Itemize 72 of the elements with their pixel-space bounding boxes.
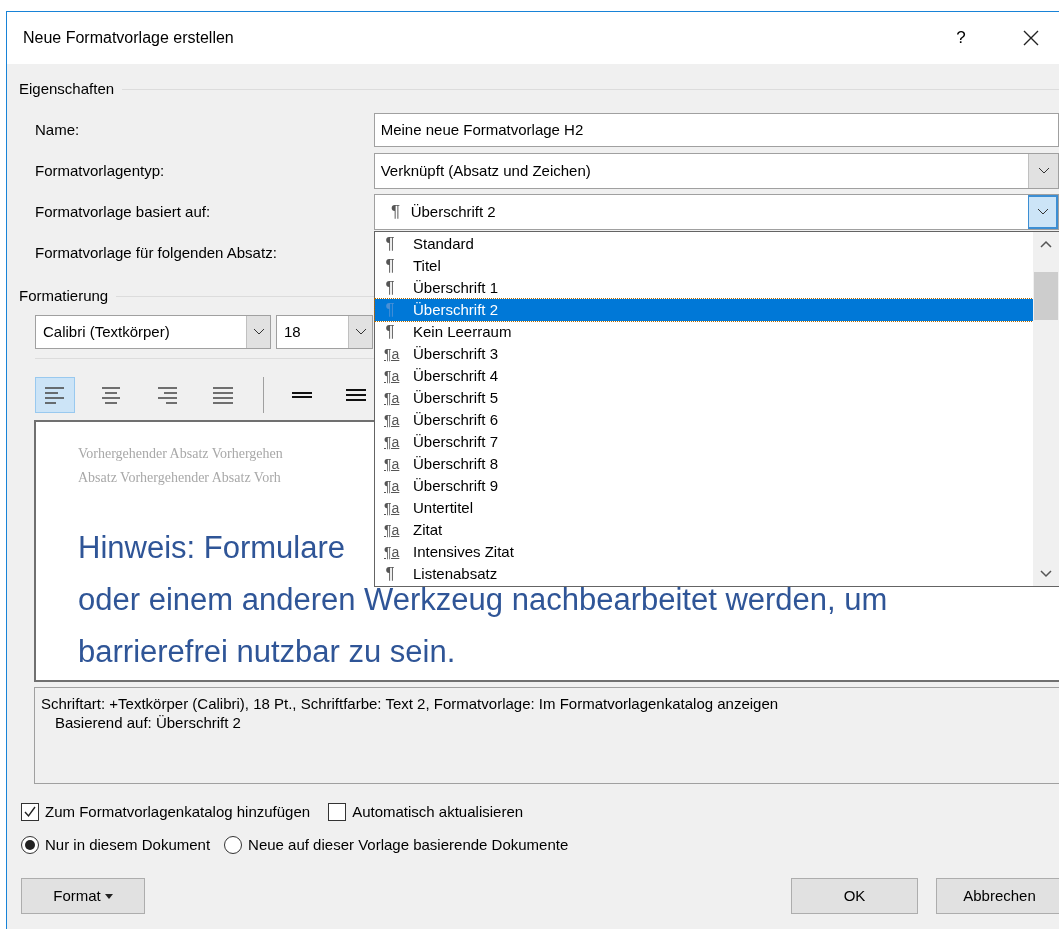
style-combo[interactable]: Verknüpft (Absatz und Zeichen) <box>373 153 1059 189</box>
linked-style-icon: ¶a <box>375 541 405 563</box>
linked-style-icon: ¶a <box>375 343 405 365</box>
linked-style-icon: ¶a <box>375 497 405 519</box>
chevron-down-icon <box>354 328 367 336</box>
scroll-up-icon[interactable] <box>1040 240 1052 248</box>
checkbox[interactable] <box>21 803 39 821</box>
radio-label: Nur in diesem Dokument <box>45 834 211 855</box>
preview-text: Vorhergehender Absatz Vorhergehen <box>78 445 283 463</box>
combo-value: Verknüpft (Absatz und Zeichen) <box>380 160 591 181</box>
chevron-down-icon <box>1036 208 1049 216</box>
chevron-down-icon <box>252 328 265 336</box>
window-title: Neue Formatvorlage erstellen <box>23 28 234 48</box>
description-text: Basierend auf: Überschrift 2 <box>54 713 242 732</box>
help-button[interactable]: ? <box>941 18 981 58</box>
dropdown-item[interactable]: ¶ Standard <box>375 233 1033 255</box>
dialog-button[interactable]: OK <box>791 878 918 914</box>
section-heading: Formatierung <box>19 285 109 306</box>
linked-style-icon: ¶a <box>375 453 405 475</box>
caret-icon <box>104 893 113 899</box>
linked-style-icon: ¶a <box>375 365 405 387</box>
linked-style-icon: ¶a <box>375 519 405 541</box>
dialog-button[interactable]: Abbrechen <box>936 878 1059 914</box>
linked-style-icon: ¶a <box>375 409 405 431</box>
scroll-thumb[interactable] <box>1034 272 1058 320</box>
checkbox[interactable] <box>328 803 347 821</box>
checkbox-label: Zum Formatvorlagenkatalog hinzufügen <box>45 801 311 822</box>
dropdown-item[interactable]: ¶ Titel <box>375 255 1033 277</box>
radio-button[interactable] <box>21 836 39 854</box>
dropdown-item[interactable]: ¶a Überschrift 3 <box>375 343 1033 365</box>
dropdown-button[interactable] <box>1028 195 1058 229</box>
linked-style-icon: ¶a <box>375 475 405 497</box>
description-text: Schriftart: +Textkörper (Calibri), 18 Pt., Schriftfarbe: Text 2, Formatvorlage: Im Formatvorlagenkatalog anzeigen <box>41 694 780 713</box>
dropdown-item[interactable]: ¶a Überschrift 5 <box>375 387 1033 409</box>
field-label: Formatvorlage basiert auf: <box>35 201 212 222</box>
dropdown-item[interactable]: ¶a Überschrift 8 <box>375 453 1033 475</box>
linked-style-icon: ¶a <box>375 387 405 409</box>
linked-style-icon: ¶a <box>375 431 405 453</box>
field-label: Formatvorlage für folgenden Absatz: <box>35 242 278 263</box>
field-label: Formatvorlagentyp: <box>35 160 166 181</box>
style-combo[interactable]: ¶ Überschrift 2 <box>373 194 1059 230</box>
close-icon <box>1023 30 1039 46</box>
name-field[interactable]: Meine neue Formatvorlage H2 <box>373 113 1059 147</box>
align-left-button[interactable] <box>35 377 75 413</box>
line-spacing-icon <box>346 389 366 401</box>
dropdown-item[interactable]: ¶a Zitat <box>375 519 1033 541</box>
paragraph-icon: ¶ <box>380 199 411 225</box>
combo-value: Überschrift 2 <box>410 201 496 222</box>
preview-text: Absatz Vorhergehender Absatz Vorh <box>78 469 281 487</box>
section-heading: Eigenschaften <box>19 78 115 99</box>
scrollbar[interactable] <box>1033 232 1059 586</box>
dropdown-item[interactable]: ¶a Überschrift 6 <box>375 409 1033 431</box>
dropdown-item[interactable]: ¶a Intensives Zitat <box>375 541 1033 563</box>
line-spacing-icon <box>292 392 312 398</box>
dropdown-item[interactable]: ¶a Überschrift 9 <box>375 475 1033 497</box>
dropdown-item[interactable]: ¶ Kein Leerraum <box>375 321 1033 343</box>
dropdown-item[interactable]: ¶a Überschrift 7 <box>375 431 1033 453</box>
dropdown-item[interactable]: ¶a Untertitel <box>375 497 1033 519</box>
radio-label: Neue auf dieser Vorlage basierende Dokumente <box>248 834 569 855</box>
field-label: Name: <box>35 119 81 140</box>
checkbox-label: Automatisch aktualisieren <box>352 801 524 822</box>
dropdown-item[interactable]: ¶ Überschrift 1 <box>375 277 1033 299</box>
scroll-down-icon[interactable] <box>1040 570 1052 578</box>
chevron-down-icon <box>1037 167 1050 175</box>
preview-heading-text: Hinweis: Formulare <box>78 529 345 567</box>
format-button[interactable]: Format <box>21 878 145 914</box>
preview-heading-text: barrierefrei nutzbar zu sein. <box>78 633 456 671</box>
dropdown-item[interactable]: ¶ Überschrift 2 <box>375 299 1033 321</box>
size-combo[interactable]: 18 <box>276 315 373 349</box>
font-combo[interactable]: Calibri (Textkörper) <box>35 315 271 349</box>
radio-button[interactable] <box>224 836 243 854</box>
dropdown-item[interactable]: ¶a Überschrift 4 <box>375 365 1033 387</box>
